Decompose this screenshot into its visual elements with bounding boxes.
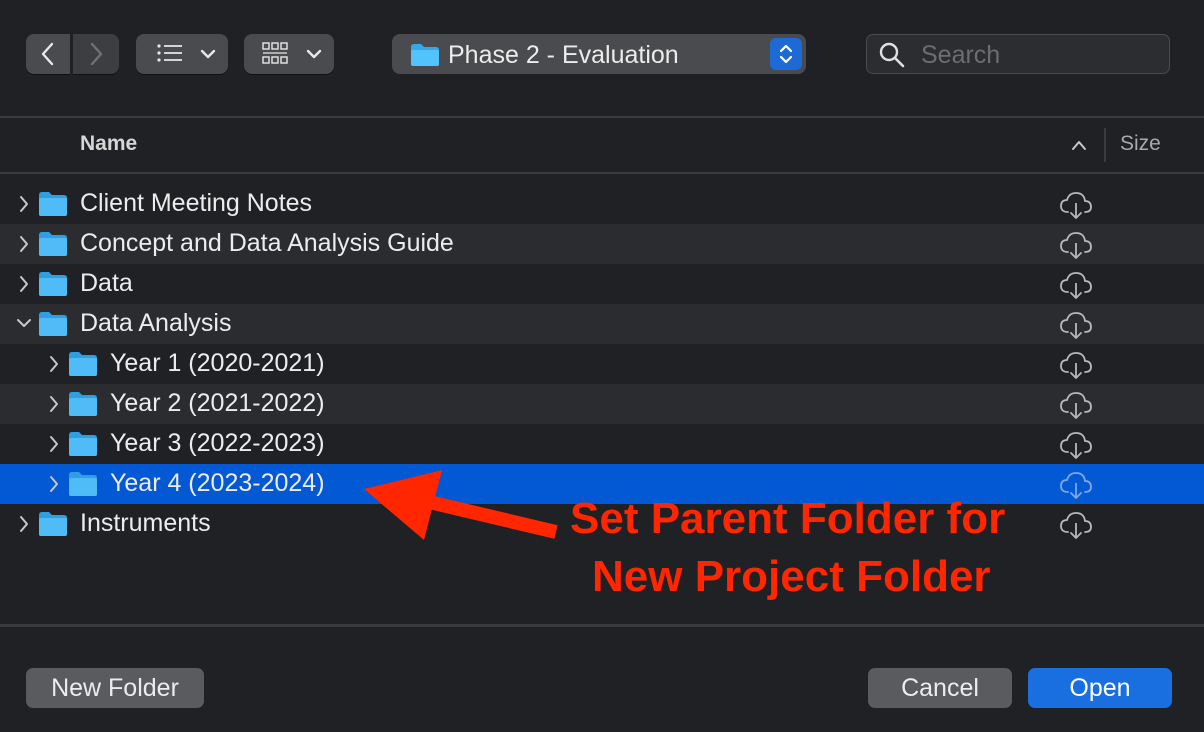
row-label: Data: [80, 269, 133, 297]
folder-icon: [411, 44, 439, 66]
list-row[interactable]: Data Analysis: [0, 304, 1204, 344]
list-row[interactable]: Year 1 (2020-2021): [0, 344, 1204, 384]
location-title: Phase 2 - Evaluation: [448, 41, 679, 69]
annotation-line-1: Set Parent Folder for: [570, 494, 1006, 543]
up-down-chevron-icon: [779, 44, 793, 64]
list-row[interactable]: Client Meeting Notes: [0, 184, 1204, 224]
chevron-down-icon[interactable]: [16, 315, 32, 333]
folder-icon: [39, 232, 67, 256]
row-label: Instruments: [80, 509, 211, 537]
chevron-right-icon[interactable]: [46, 395, 62, 413]
footer-divider: [0, 624, 1204, 627]
icloud-download-icon[interactable]: [1058, 510, 1094, 540]
chevron-right-icon: [90, 42, 103, 66]
search-icon: [879, 42, 905, 68]
back-button[interactable]: [26, 34, 70, 74]
folder-icon: [39, 272, 67, 296]
icloud-download-icon[interactable]: [1058, 350, 1094, 380]
folder-icon: [69, 352, 97, 376]
location-stepper[interactable]: [770, 38, 802, 70]
chevron-right-icon[interactable]: [16, 515, 32, 533]
row-label: Data Analysis: [80, 309, 232, 337]
chevron-right-icon[interactable]: [16, 195, 32, 213]
location-popup[interactable]: Phase 2 - Evaluation: [392, 34, 806, 74]
chevron-right-icon[interactable]: [46, 475, 62, 493]
size-column-header[interactable]: Size: [1120, 132, 1161, 156]
folder-icon: [69, 392, 97, 416]
open-button[interactable]: Open: [1028, 668, 1172, 708]
toolbar: Phase 2 - Evaluation: [0, 0, 1204, 116]
folder-icon: [69, 472, 97, 496]
list-row[interactable]: Year 3 (2022-2023): [0, 424, 1204, 464]
icloud-download-icon[interactable]: [1058, 390, 1094, 420]
row-label: Client Meeting Notes: [80, 189, 313, 217]
icloud-download-icon[interactable]: [1058, 270, 1094, 300]
chevron-right-icon[interactable]: [16, 275, 32, 293]
chevron-right-icon[interactable]: [16, 235, 32, 253]
list-icon: [157, 44, 216, 62]
folder-icon: [39, 312, 67, 336]
sort-ascending-icon[interactable]: [1070, 138, 1088, 152]
row-label: Year 3 (2022-2023): [110, 429, 325, 457]
search-field[interactable]: [866, 34, 1170, 74]
forward-button[interactable]: [73, 34, 119, 74]
new-folder-button[interactable]: New Folder: [26, 668, 204, 708]
chevron-down-icon: [306, 49, 322, 59]
chevron-right-icon[interactable]: [46, 435, 62, 453]
folder-icon: [69, 432, 97, 456]
folder-icon: [39, 512, 67, 536]
grid-icon: [262, 42, 322, 64]
row-label: Year 1 (2020-2021): [110, 349, 325, 377]
column-separator[interactable]: [1104, 128, 1106, 162]
icloud-download-icon[interactable]: [1058, 190, 1094, 220]
list-row[interactable]: Concept and Data Analysis Guide: [0, 224, 1204, 264]
list-row[interactable]: Year 2 (2021-2022): [0, 384, 1204, 424]
row-label: Year 4 (2023-2024): [110, 469, 325, 497]
chevron-left-icon: [41, 42, 54, 66]
folder-icon: [39, 192, 67, 216]
cancel-button[interactable]: Cancel: [868, 668, 1012, 708]
list-view-button[interactable]: [136, 34, 228, 74]
header-divider: [0, 172, 1204, 174]
chevron-right-icon[interactable]: [46, 355, 62, 373]
icloud-download-icon[interactable]: [1058, 470, 1094, 500]
annotation-line-2: New Project Folder: [592, 552, 991, 601]
gallery-view-button[interactable]: [244, 34, 334, 74]
chevron-down-icon: [200, 49, 216, 59]
name-column-header[interactable]: Name: [80, 132, 137, 156]
row-label: Year 2 (2021-2022): [110, 389, 325, 417]
icloud-download-icon[interactable]: [1058, 310, 1094, 340]
row-label: Concept and Data Analysis Guide: [80, 229, 454, 257]
icloud-download-icon[interactable]: [1058, 230, 1094, 260]
icloud-download-icon[interactable]: [1058, 430, 1094, 460]
list-row[interactable]: Data: [0, 264, 1204, 304]
search-input[interactable]: [919, 39, 1163, 71]
column-header: Name Size: [0, 118, 1204, 172]
